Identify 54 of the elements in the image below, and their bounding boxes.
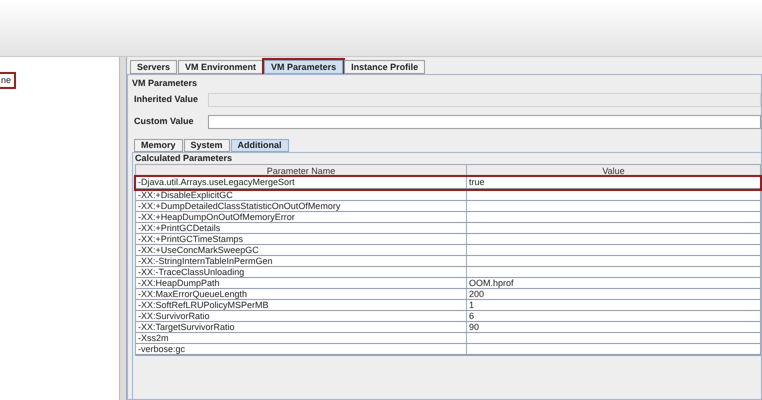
input-field[interactable] (208, 115, 761, 129)
table-cell-text: 6 (468, 311, 476, 321)
tab[interactable]: Memory (134, 139, 183, 152)
tree-item[interactable]: ne (0, 72, 16, 89)
table-row[interactable]: -XX:SoftRefLRUPolicyMSPerMB 1 (136, 300, 760, 311)
table-row[interactable]: -XX:+HeapDumpOnOutOfMemoryError (136, 212, 760, 223)
table-cell: -XX:+PrintGCTimeStamps (136, 234, 467, 244)
table-row[interactable]: -Xss2m (136, 333, 760, 344)
table-cell-text: true (468, 177, 486, 188)
table-cell: -XX:+UseConcMarkSweepGC (136, 245, 467, 255)
table-cell-text: 1 (468, 300, 476, 310)
table-cell-text: OOM.hprof (468, 278, 515, 288)
table-cell: -XX:+DumpDetailedClassStatisticOnOutOfMemory (136, 201, 467, 211)
table-row[interactable]: -XX:+PrintGCTimeStamps (136, 234, 760, 245)
table-row[interactable]: -XX:SurvivorRatio 6 (136, 311, 760, 322)
table-cell: -XX:SoftRefLRUPolicyMSPerMB (136, 300, 467, 310)
tab[interactable]: Servers (130, 60, 178, 74)
table-cell: -XX:-TraceClassUnloading (136, 267, 467, 277)
table-cell-text: 90 (468, 322, 480, 332)
table-cell: -XX:MaxErrorQueueLength (136, 289, 467, 299)
group-title: VM Parameters (132, 77, 198, 89)
table-cell: -XX:+HeapDumpOnOutOfMemoryError (136, 212, 467, 222)
table-cell: -Xss2m (136, 333, 467, 343)
table-row[interactable]: -verbose:gc (136, 344, 760, 355)
table-row[interactable]: -XX:-StringInternTableInPermGen (136, 256, 760, 267)
table-cell: -XX:TargetSurvivorRatio (136, 322, 467, 332)
table-row[interactable]: -XX:-TraceClassUnloading (136, 267, 760, 278)
section-title: Calculated Parameters (135, 153, 234, 163)
tab[interactable]: VM Parameters (264, 60, 344, 74)
table-row[interactable]: -XX:+DumpDetailedClassStatisticOnOutOfMemory (136, 201, 760, 212)
table-cell: -verbose:gc (136, 344, 467, 354)
splitter[interactable] (120, 57, 127, 400)
tab[interactable]: VM Environment (178, 60, 264, 74)
field-label: Custom Value (134, 115, 195, 128)
table-row[interactable]: -XX:+PrintGCDetails (136, 223, 760, 234)
tab[interactable]: Instance Profile (344, 60, 426, 74)
table-cell: -Djava.util.Arrays.useLegacyMergeSort (136, 177, 467, 188)
table-cell: -XX:HeapDumpPath (136, 278, 467, 288)
table-cell: -XX:+DisableExplicitGC (136, 190, 467, 200)
column-header[interactable]: Value (467, 165, 760, 176)
table-row[interactable]: -XX:+UseConcMarkSweepGC (136, 245, 760, 256)
table-cell: -XX:+PrintGCDetails (136, 223, 467, 233)
field-label: Inherited Value (134, 93, 200, 106)
table-cell: -XX:SurvivorRatio (136, 311, 467, 321)
table-row[interactable]: -XX:TargetSurvivorRatio 90 (136, 322, 760, 333)
table-row[interactable]: -XX:+DisableExplicitGC (136, 190, 760, 201)
tab[interactable]: Additional (230, 139, 289, 152)
tab[interactable]: System (184, 139, 230, 152)
table-cell-text: 200 (468, 289, 486, 299)
table-cell: -XX:-StringInternTableInPermGen (136, 256, 467, 266)
table-row[interactable]: -XX:MaxErrorQueueLength 200 (136, 289, 760, 300)
table-row[interactable]: -XX:HeapDumpPath OOM.hprof (136, 278, 760, 289)
column-header[interactable]: Parameter Name (136, 165, 467, 176)
table-row[interactable]: -Djava.util.Arrays.useLegacyMergeSort true (136, 177, 760, 189)
